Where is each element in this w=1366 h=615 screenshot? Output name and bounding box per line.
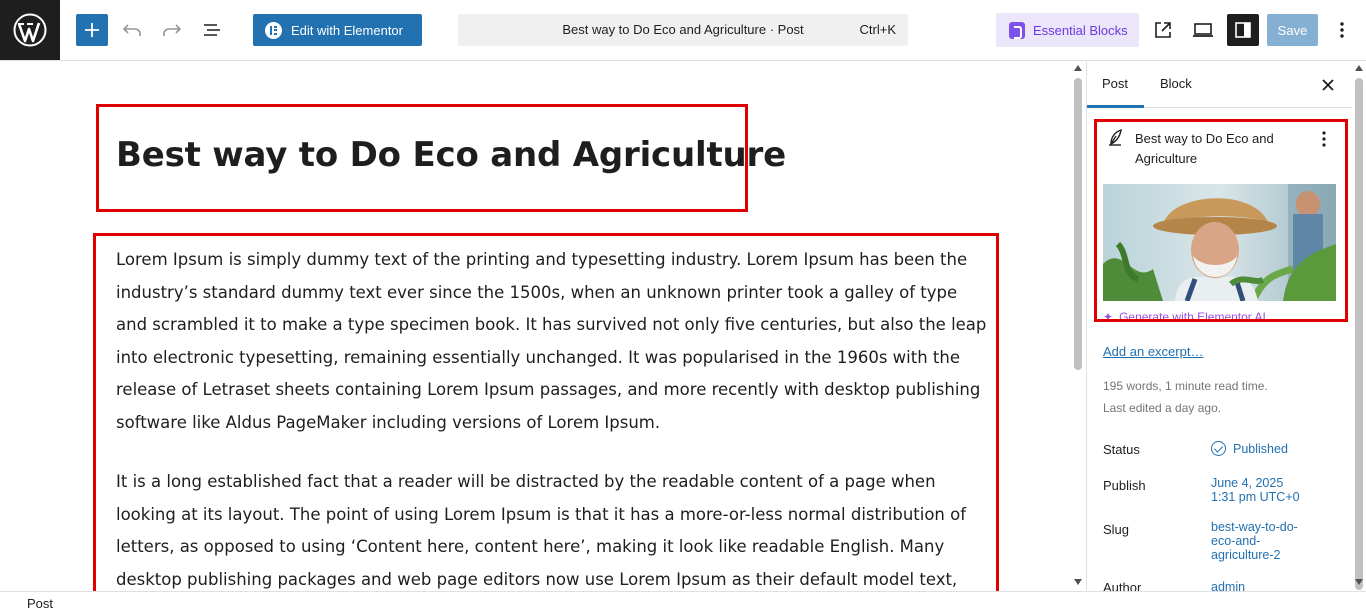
redo-button[interactable]: [158, 15, 186, 45]
paragraph-line: and scrambled it to make a type specimen…: [116, 315, 987, 334]
options-button[interactable]: [1330, 15, 1354, 45]
more-vertical-icon: [1340, 22, 1344, 38]
canvas-scrollbar-thumb[interactable]: [1074, 78, 1082, 370]
edit-with-elementor-button[interactable]: Edit with Elementor: [253, 14, 422, 46]
tab-post[interactable]: Post: [1102, 76, 1128, 91]
scroll-down-arrow-icon[interactable]: [1355, 579, 1363, 585]
publish-date: June 4, 2025: [1211, 476, 1284, 490]
add-excerpt-link[interactable]: Add an excerpt…: [1103, 344, 1203, 359]
scroll-up-arrow-icon[interactable]: [1074, 65, 1082, 71]
device-preview-button[interactable]: [1189, 15, 1217, 45]
paragraph-line: looking at its layout. The point of usin…: [116, 504, 967, 524]
sparkle-icon: ✦: [1103, 310, 1114, 322]
close-icon: [1322, 79, 1334, 91]
paragraph-line: software like Aldus PageMaker including …: [116, 412, 661, 432]
word-count: 195 words, 1 minute read time.: [1103, 379, 1268, 393]
editor-canvas[interactable]: Best way to Do Eco and Agriculture Lorem…: [0, 61, 1070, 591]
block-breadcrumb-bar: Post: [0, 591, 1366, 615]
breadcrumb-post[interactable]: Post: [27, 596, 53, 611]
author-button[interactable]: admin: [1211, 580, 1331, 591]
view-post-button[interactable]: [1149, 15, 1177, 45]
sidebar-tabs: Post Block: [1087, 61, 1352, 108]
plus-icon: [85, 23, 99, 37]
essential-blocks-button[interactable]: Essential Blocks: [996, 13, 1139, 47]
external-link-icon: [1155, 22, 1171, 38]
publish-date-button[interactable]: June 4, 2025 1:31 pm UTC+0: [1211, 476, 1331, 504]
post-content-blocks[interactable]: Lorem Ipsum is simply dummy text of the …: [93, 233, 999, 591]
publish-time: 1:31 pm UTC+0: [1211, 490, 1300, 504]
slug-line: agriculture-2: [1211, 548, 1281, 562]
generate-with-ai-link[interactable]: ✦ Generate with Elementor AI: [1103, 310, 1266, 322]
featured-image-button[interactable]: [1103, 184, 1336, 301]
featured-image: [1103, 184, 1336, 301]
paragraph-block[interactable]: Lorem Ipsum is simply dummy text of the …: [116, 244, 987, 439]
sidebar-scrollbar[interactable]: [1352, 61, 1366, 591]
slug-label: Slug: [1103, 522, 1130, 537]
wordpress-logo-icon: [13, 13, 47, 47]
settings-sidebar: Post Block Best way to Do Eco and Agricu…: [1086, 61, 1352, 591]
settings-button[interactable]: [1227, 14, 1259, 46]
post-summary-card: Best way to Do Eco and Agriculture ✦ Gen…: [1094, 119, 1348, 322]
active-tab-indicator: [1087, 105, 1144, 108]
add-block-button[interactable]: [76, 14, 108, 46]
document-title: Best way to Do Eco and Agriculture · Pos…: [562, 22, 804, 37]
paragraph-line: Lorem Ipsum is simply dummy text of the …: [116, 250, 968, 269]
document-overview-button[interactable]: [198, 15, 226, 45]
essential-blocks-logo-icon: [1009, 21, 1025, 39]
status-label: Status: [1103, 442, 1140, 457]
status-button[interactable]: Published: [1211, 441, 1331, 456]
paragraph-line: release of Letraset sheets containing Lo…: [116, 380, 981, 399]
desktop-icon: [1193, 23, 1213, 37]
summary-post-title: Best way to Do Eco and Agriculture: [1135, 131, 1274, 166]
wordpress-logo-button[interactable]: [0, 0, 60, 60]
canvas-scrollbar[interactable]: [1070, 61, 1086, 591]
publish-label: Publish: [1103, 478, 1146, 493]
paragraph-line: It is a long established fact that a rea…: [116, 472, 936, 491]
command-palette-button[interactable]: Best way to Do Eco and Agriculture · Pos…: [458, 14, 908, 46]
status-value: Published: [1233, 441, 1288, 456]
save-button[interactable]: Save: [1267, 14, 1318, 46]
editor-header: Edit with Elementor Best way to Do Eco a…: [0, 0, 1366, 61]
post-title[interactable]: Best way to Do Eco and Agriculture: [116, 135, 786, 175]
scroll-down-arrow-icon[interactable]: [1074, 579, 1082, 585]
slug-line: eco-and-: [1211, 534, 1261, 548]
paragraph-line: into electronic typesetting, remaining e…: [116, 347, 960, 367]
slug-line: best-way-to-do-: [1211, 520, 1298, 534]
undo-icon: [122, 24, 141, 36]
scroll-up-arrow-icon[interactable]: [1355, 65, 1363, 71]
post-pen-icon: [1109, 129, 1122, 146]
undo-button[interactable]: [118, 15, 146, 45]
paragraph-line: desktop publishing packages and web page…: [116, 569, 958, 589]
sidebar-toggle-icon: [1235, 22, 1251, 38]
elementor-logo-icon: [265, 21, 282, 39]
slug-button[interactable]: best-way-to-do- eco-and- agriculture-2: [1211, 520, 1331, 562]
more-vertical-icon: [1322, 131, 1326, 147]
generate-ai-label: Generate with Elementor AI: [1119, 310, 1266, 322]
post-actions-button[interactable]: [1314, 129, 1334, 149]
last-edited: Last edited a day ago.: [1103, 401, 1222, 415]
sidebar-scrollbar-thumb[interactable]: [1355, 78, 1363, 590]
close-sidebar-button[interactable]: [1318, 75, 1338, 95]
paragraph-block[interactable]: It is a long established fact that a rea…: [116, 466, 966, 591]
elementor-button-label: Edit with Elementor: [291, 22, 403, 38]
author-label: Author: [1103, 580, 1142, 591]
published-check-icon: [1211, 441, 1226, 456]
list-view-icon: [204, 24, 220, 36]
paragraph-line: letters, as opposed to using ‘Content he…: [116, 537, 945, 556]
shortcut-hint: Ctrl+K: [859, 22, 896, 37]
essential-blocks-label: Essential Blocks: [1033, 22, 1128, 38]
paragraph-line: industry’s standard dummy text ever sinc…: [116, 282, 958, 302]
post-title-block[interactable]: Best way to Do Eco and Agriculture: [96, 104, 786, 212]
tab-block[interactable]: Block: [1160, 76, 1192, 91]
redo-icon: [163, 24, 182, 36]
